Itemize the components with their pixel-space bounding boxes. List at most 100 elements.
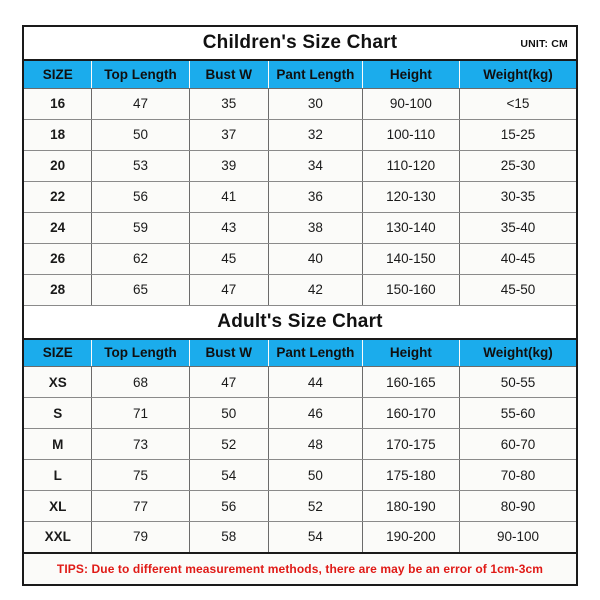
size-chart-page: Children's Size Chart UNIT: CM SIZE Top Len…: [0, 0, 600, 600]
table-row: 20 53 39 34 110-120 25-30: [24, 150, 576, 182]
size-label-cell: 18: [24, 119, 93, 151]
children_section-column-header: Bust W: [189, 60, 270, 89]
size-label-cell: 26: [24, 243, 93, 275]
measurement-cell: 80-90: [459, 490, 576, 522]
measurement-cell: 50: [189, 397, 270, 429]
measurement-cell: 100-110: [362, 119, 460, 151]
measurement-cell: 50-55: [459, 366, 576, 398]
children_section-title-row: Children's Size Chart UNIT: CM: [24, 27, 576, 61]
measurement-cell: 58: [189, 521, 270, 553]
adult_section-column-header-row: SIZE Top Length Bust W Pant Length Height Wei…: [24, 338, 576, 367]
measurement-cell: 90-100: [459, 521, 576, 553]
measurement-cell: 37: [189, 119, 270, 151]
measurement-cell: 30-35: [459, 181, 576, 213]
measurement-cell: 77: [91, 490, 190, 522]
adult_section-title-row: Adult's Size Chart: [24, 305, 576, 340]
table-row: 24 59 43 38 130-140 35-40: [24, 212, 576, 244]
measurement-cell: <15: [459, 88, 576, 120]
adult_section-column-header: Height: [362, 338, 460, 367]
children_section-title: Children's Size Chart: [202, 32, 398, 53]
measurement-cell: 79: [91, 521, 190, 553]
measurement-cell: 120-130: [362, 181, 460, 213]
measurement-cell: 160-170: [362, 397, 460, 429]
measurement-cell: 47: [91, 88, 190, 120]
measurement-cell: 40-45: [459, 243, 576, 275]
measurement-cell: 47: [189, 274, 270, 306]
measurement-cell: 190-200: [362, 521, 460, 553]
table-row: XS 68 47 44 160-165 50-55: [24, 366, 576, 398]
measurement-cell: 41: [189, 181, 270, 213]
adult_section-title: Adult's Size Chart: [217, 310, 383, 332]
measurement-cell: 38: [268, 212, 363, 244]
size-label-cell: L: [24, 459, 93, 491]
measurement-cell: 48: [268, 428, 363, 460]
measurement-cell: 54: [189, 459, 270, 491]
size-label-cell: 22: [24, 181, 93, 213]
measurement-cell: 130-140: [362, 212, 460, 244]
adult_section-title-inner: Adult's Size Chart: [24, 306, 576, 338]
children_section-column-header: Weight(kg): [459, 60, 576, 89]
unit-label: UNIT: CM: [520, 38, 568, 50]
measurement-cell: 35-40: [459, 212, 576, 244]
adult_section-title-cell: Adult's Size Chart: [24, 305, 576, 340]
measurement-cell: 46: [268, 397, 363, 429]
measurement-cell: 44: [268, 366, 363, 398]
size-label-cell: 20: [24, 150, 93, 182]
children_section-column-header: Pant Length: [268, 60, 363, 89]
table-row: S 71 50 46 160-170 55-60: [24, 397, 576, 429]
measurement-cell: 15-25: [459, 119, 576, 151]
measurement-cell: 75: [91, 459, 190, 491]
table-row: 16 47 35 30 90-100 <15: [24, 88, 576, 120]
tips-row: TIPS: Due to different measurement metho…: [24, 551, 576, 584]
adult_section-column-header: Top Length: [91, 338, 190, 367]
measurement-cell: 39: [189, 150, 270, 182]
measurement-cell: 180-190: [362, 490, 460, 522]
measurement-cell: 53: [91, 150, 190, 182]
table-row: XXL 79 58 54 190-200 90-100: [24, 521, 576, 553]
children_section-column-header-row: SIZE Top Length Bust W Pant Length Height Wei…: [24, 60, 576, 89]
adult_section-column-header: Weight(kg): [459, 338, 576, 367]
measurement-cell: 42: [268, 274, 363, 306]
children_section-title-inner: Children's Size Chart UNIT: CM: [24, 27, 576, 59]
size-label-cell: XXL: [24, 521, 93, 553]
measurement-cell: 140-150: [362, 243, 460, 275]
table-row: 22 56 41 36 120-130 30-35: [24, 181, 576, 213]
measurement-cell: 110-120: [362, 150, 460, 182]
measurement-cell: 90-100: [362, 88, 460, 120]
measurement-cell: 62: [91, 243, 190, 275]
size-label-cell: 24: [24, 212, 93, 244]
tips-text: TIPS: Due to different measurement metho…: [56, 561, 544, 576]
tips-cell: TIPS: Due to different measurement metho…: [24, 551, 576, 584]
measurement-cell: 68: [91, 366, 190, 398]
children_section-column-header: SIZE: [24, 60, 93, 89]
table-row: M 73 52 48 170-175 60-70: [24, 428, 576, 460]
measurement-cell: 36: [268, 181, 363, 213]
size-label-cell: 28: [24, 274, 93, 306]
measurement-cell: 60-70: [459, 428, 576, 460]
measurement-cell: 65: [91, 274, 190, 306]
measurement-cell: 175-180: [362, 459, 460, 491]
size-label-cell: S: [24, 397, 93, 429]
adult_section-column-header: SIZE: [24, 338, 93, 367]
measurement-cell: 54: [268, 521, 363, 553]
size-label-cell: 16: [24, 88, 93, 120]
measurement-cell: 34: [268, 150, 363, 182]
measurement-cell: 73: [91, 428, 190, 460]
children_section-title-cell: Children's Size Chart UNIT: CM: [24, 27, 576, 61]
measurement-cell: 43: [189, 212, 270, 244]
measurement-cell: 52: [268, 490, 363, 522]
table-row: L 75 54 50 175-180 70-80: [24, 459, 576, 491]
measurement-cell: 71: [91, 397, 190, 429]
measurement-cell: 56: [91, 181, 190, 213]
table-row: 18 50 37 32 100-110 15-25: [24, 119, 576, 151]
adult_section-column-header: Pant Length: [268, 338, 363, 367]
table-row: 28 65 47 42 150-160 45-50: [24, 274, 576, 306]
measurement-cell: 56: [189, 490, 270, 522]
measurement-cell: 50: [268, 459, 363, 491]
size-label-cell: XS: [24, 366, 93, 398]
measurement-cell: 59: [91, 212, 190, 244]
size-chart-container: Children's Size Chart UNIT: CM SIZE Top Len…: [22, 25, 578, 586]
adult_section-column-header: Bust W: [189, 338, 270, 367]
measurement-cell: 45-50: [459, 274, 576, 306]
measurement-cell: 52: [189, 428, 270, 460]
